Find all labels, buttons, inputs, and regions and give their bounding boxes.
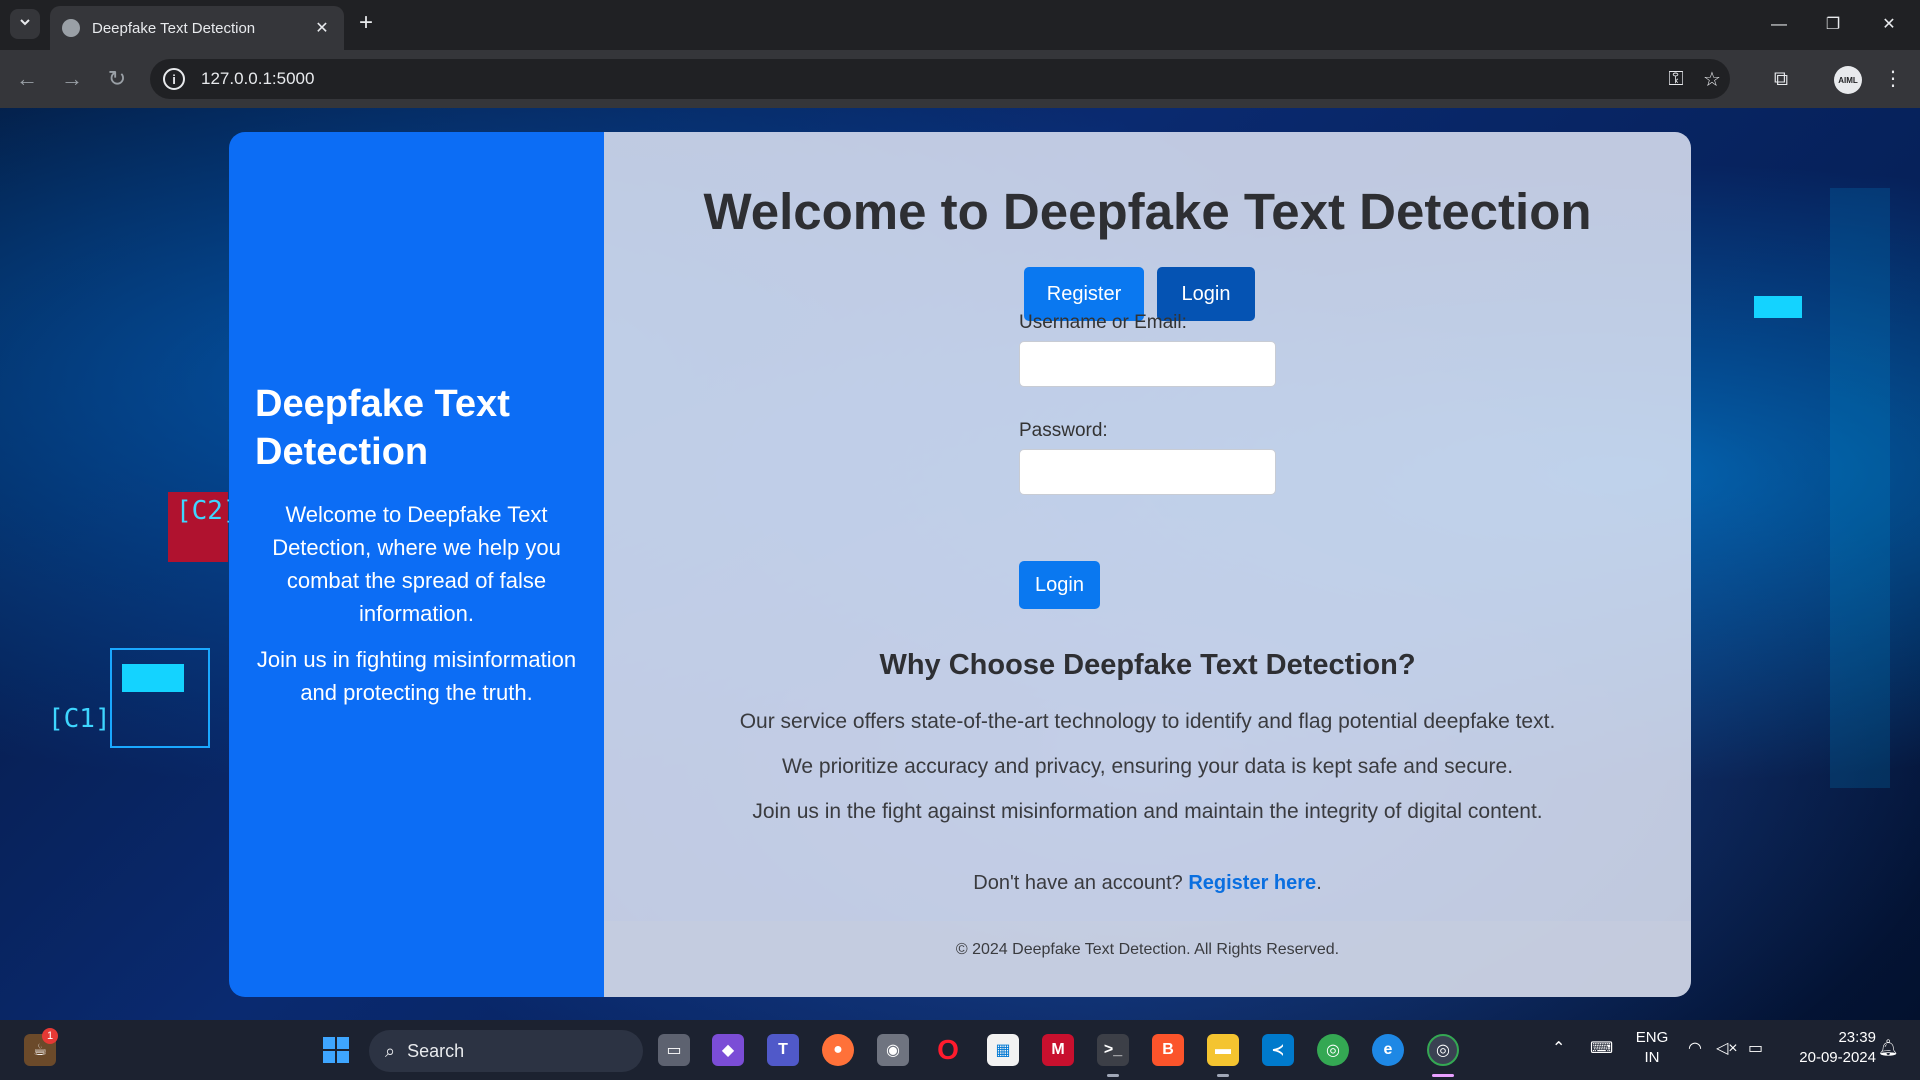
new-tab-button[interactable]: + — [352, 10, 380, 38]
camera-icon[interactable]: ◉ — [877, 1034, 909, 1066]
url-text[interactable]: 127.0.0.1:5000 — [201, 69, 1658, 89]
chrome-profile-icon[interactable]: ◎ — [1427, 1034, 1459, 1066]
site-info-icon[interactable]: i — [163, 68, 185, 90]
background-block — [1754, 296, 1802, 318]
language-indicator[interactable]: ENG IN — [1632, 1028, 1672, 1068]
background-glyph-c1: [C1] — [48, 704, 111, 734]
sidebar-title: Deepfake Text Detection — [255, 383, 510, 473]
login-card: Deepfake Text Detection Welcome to Deepf… — [229, 132, 1691, 997]
opera-icon[interactable]: O — [932, 1034, 964, 1066]
search-icon: ⌕ — [385, 1040, 396, 1061]
background-glow — [1830, 188, 1890, 788]
signup-text: Don't have an account? — [973, 872, 1183, 894]
sidebar-intro: Welcome to Deepfake Text Detection, wher… — [272, 502, 561, 626]
running-indicator — [1107, 1074, 1119, 1077]
close-window-button[interactable]: ✕ — [1866, 10, 1912, 40]
username-field[interactable] — [1019, 341, 1276, 387]
tab-title: Deepfake Text Detection — [92, 19, 256, 37]
sidebar-panel: Deepfake Text Detection Welcome to Deepf… — [229, 132, 604, 997]
forward-icon[interactable]: → — [57, 64, 87, 94]
clock[interactable]: 23:39 20-09-2024 — [1782, 1028, 1876, 1068]
menu-kebab-icon[interactable]: ⋮ — [1878, 64, 1908, 94]
background-block — [122, 664, 184, 692]
password-label: Password: — [1019, 420, 1108, 441]
register-link[interactable]: Register here — [1188, 872, 1316, 894]
brave-icon[interactable]: B — [1152, 1034, 1184, 1066]
start-windows-icon[interactable] — [320, 1034, 352, 1066]
tab-search-button[interactable] — [10, 9, 40, 39]
file-explorer-icon[interactable]: ▬ — [1207, 1034, 1239, 1066]
notification-badge: 1 — [42, 1028, 58, 1044]
teams-icon[interactable]: T — [767, 1034, 799, 1066]
running-indicator — [1432, 1074, 1454, 1077]
firefox-icon[interactable]: ● — [822, 1034, 854, 1066]
close-tab-icon[interactable]: ✕ — [312, 18, 332, 38]
back-icon[interactable]: ← — [12, 64, 42, 94]
edge-icon[interactable]: e — [1372, 1034, 1404, 1066]
address-bar[interactable]: i 127.0.0.1:5000 ⚿ ☆ — [150, 59, 1730, 99]
restore-button[interactable]: ❐ — [1810, 10, 1856, 40]
running-indicator — [1217, 1074, 1229, 1077]
volume-muted-icon[interactable]: ◁× — [1716, 1038, 1738, 1058]
browser-tab[interactable]: Deepfake Text Detection ✕ — [50, 6, 344, 50]
language-code: ENG — [1635, 1029, 1669, 1046]
password-field[interactable] — [1019, 449, 1276, 495]
wifi-icon[interactable]: ◠ — [1688, 1038, 1702, 1058]
taskbar-search[interactable]: ⌕ Search — [369, 1030, 643, 1072]
globe-icon — [62, 19, 80, 37]
bookmark-star-icon[interactable]: ☆ — [1694, 67, 1730, 92]
sidebar-cta: Join us in fighting misinformation and p… — [256, 647, 577, 705]
extensions-icon[interactable]: ⧉ — [1766, 64, 1796, 94]
why-heading: Why Choose Deepfake Text Detection? — [879, 649, 1416, 681]
terminal-icon[interactable]: >_ — [1097, 1034, 1129, 1066]
chevron-down-icon — [18, 15, 32, 34]
signup-period: . — [1316, 872, 1322, 894]
mcafee-icon[interactable]: M — [1042, 1034, 1074, 1066]
background-frame — [110, 648, 210, 748]
battery-icon[interactable]: ▭ — [1748, 1038, 1763, 1058]
why-point: Join us in the fight against misinformat… — [752, 800, 1543, 823]
region-code: IN — [1644, 1049, 1660, 1066]
key-icon[interactable]: ⚿ — [1658, 68, 1694, 91]
why-point: Our service offers state-of-the-art tech… — [739, 710, 1556, 733]
username-label: Username or Email: — [1019, 312, 1187, 333]
chrome-icon[interactable]: ◎ — [1317, 1034, 1349, 1066]
keyboard-icon[interactable]: ⌨ — [1590, 1038, 1613, 1058]
taskbar-search-label: Search — [407, 1040, 465, 1061]
clock-date: 20-09-2024 — [1799, 1049, 1876, 1066]
copilot-icon[interactable]: ◆ — [712, 1034, 744, 1066]
page-footer: © 2024 Deepfake Text Detection. All Righ… — [604, 921, 1691, 997]
minimize-button[interactable]: — — [1756, 10, 1802, 40]
taskbar: ☕ 1 ⌕ Search ▭ ◆ T ● ◉ O ▦ M >_ B ▬ ≺ ◎ … — [0, 1020, 1920, 1080]
login-submit-button[interactable]: Login — [1019, 561, 1100, 609]
profile-avatar[interactable]: AIML — [1834, 66, 1862, 94]
clock-time: 23:39 — [1838, 1029, 1876, 1046]
signup-prompt: Don't have an account? Register here. — [604, 872, 1691, 895]
browser-tabbar: Deepfake Text Detection ✕ + — ❐ ✕ — [0, 0, 1920, 50]
notifications-bell-icon[interactable]: 🔔︎ — [1878, 1038, 1898, 1058]
reload-icon[interactable]: ↻ — [102, 64, 132, 94]
chevron-up-icon[interactable]: ⌃ — [1552, 1038, 1565, 1058]
why-point: We prioritize accuracy and privacy, ensu… — [781, 755, 1514, 778]
task-view-icon[interactable]: ▭ — [658, 1034, 690, 1066]
store-icon[interactable]: ▦ — [987, 1034, 1019, 1066]
main-panel: Welcome to Deepfake Text Detection Regis… — [604, 132, 1691, 997]
page-viewport: [C1] [C2] Deepfake Text Detection Welcom… — [0, 108, 1920, 1020]
vscode-icon[interactable]: ≺ — [1262, 1034, 1294, 1066]
browser-toolbar: ← → ↻ i 127.0.0.1:5000 ⚿ ☆ ⧉ — [0, 50, 1920, 108]
page-title: Welcome to Deepfake Text Detection — [703, 183, 1592, 240]
